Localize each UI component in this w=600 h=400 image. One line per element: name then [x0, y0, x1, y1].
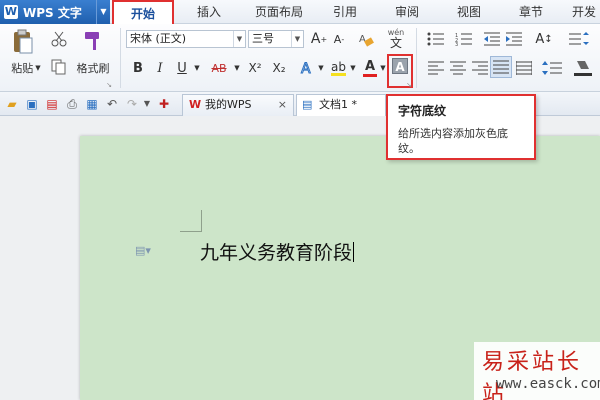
- bold-button[interactable]: B: [128, 58, 148, 78]
- doc-tab-my-wps[interactable]: W 我的WPS ×: [182, 94, 294, 116]
- subscript-button[interactable]: X₂: [268, 58, 290, 78]
- svg-text:3: 3: [455, 42, 458, 46]
- line-spacing-icon[interactable]: [540, 58, 564, 78]
- print-preview-icon[interactable]: ▦: [84, 96, 100, 112]
- print-icon[interactable]: ⎙: [64, 96, 80, 112]
- close-icon[interactable]: ×: [278, 95, 287, 115]
- app-name: WPS 文字: [23, 5, 82, 20]
- align-right-icon[interactable]: [470, 58, 490, 78]
- redo-icon[interactable]: ↷: [124, 96, 140, 112]
- site-watermark: 易采站长站 www.easck.com: [474, 342, 600, 400]
- tab-view[interactable]: 视图: [446, 0, 492, 24]
- format-painter-button[interactable]: 格式刷: [70, 60, 116, 76]
- text-effects-icon[interactable]: A: [296, 58, 318, 78]
- export-pdf-icon[interactable]: ▤: [44, 96, 60, 112]
- cut-icon[interactable]: [50, 30, 68, 48]
- tab-references[interactable]: 引用: [322, 0, 368, 24]
- phonetic-guide-icon[interactable]: wén 文: [384, 28, 408, 50]
- save-icon[interactable]: ▣: [24, 96, 40, 112]
- chevron-down-icon[interactable]: ▼: [291, 31, 303, 47]
- distributed-align-icon[interactable]: [514, 58, 534, 78]
- document-icon: ▤: [302, 98, 313, 111]
- wps-logo-icon: W: [189, 98, 202, 111]
- chevron-down-icon[interactable]: ▼: [142, 96, 152, 112]
- chevron-down-icon[interactable]: ▼: [96, 0, 110, 24]
- ribbon-divider: [416, 28, 417, 88]
- paragraph-shading-icon[interactable]: [570, 58, 596, 78]
- chevron-down-icon[interactable]: ▼: [233, 31, 245, 47]
- character-shading-icon: A: [392, 58, 408, 74]
- clear-format-icon[interactable]: A: [356, 30, 376, 48]
- font-dialog-launcher-icon[interactable]: ↘: [404, 80, 414, 90]
- font-name-select[interactable]: 宋体 (正文) ▼: [126, 30, 246, 48]
- ribbon-toolbar: 粘贴 ▼ 格式刷 宋体 (正文) ▼ 三号 ▼ A + A- A wén 文 123: [0, 24, 600, 92]
- tooltip-character-shading: 字符底纹 给所选内容添加灰色底纹。: [386, 94, 536, 160]
- paste-icon[interactable]: [6, 28, 40, 56]
- justify-icon[interactable]: [490, 56, 512, 78]
- numbered-list-icon[interactable]: 123: [452, 30, 476, 48]
- tooltip-title: 字符底纹: [398, 104, 447, 118]
- chevron-down-icon[interactable]: ▼: [232, 58, 242, 78]
- tab-insert[interactable]: 插入: [182, 0, 236, 24]
- watermark-url: www.easck.com: [496, 376, 600, 392]
- wps-logo-icon: W: [4, 5, 18, 19]
- italic-button[interactable]: I: [150, 58, 170, 78]
- sort-icon[interactable]: [566, 30, 594, 48]
- shrink-font-icon[interactable]: A-: [330, 30, 348, 48]
- svg-text:A: A: [301, 61, 311, 76]
- align-left-icon[interactable]: [426, 58, 446, 78]
- svg-text:ab: ab: [331, 60, 346, 74]
- pin-icon[interactable]: ✚: [156, 96, 172, 112]
- open-folder-icon[interactable]: ▰: [4, 96, 20, 112]
- highlight-color-icon[interactable]: ab: [328, 58, 350, 78]
- svg-text:A: A: [359, 34, 366, 45]
- tab-chapter[interactable]: 章节: [508, 0, 554, 24]
- document-text[interactable]: 九年义务教育阶段: [200, 238, 355, 265]
- superscript-button[interactable]: X²: [244, 58, 266, 78]
- chevron-down-icon[interactable]: ▼: [192, 58, 202, 78]
- bullet-list-icon[interactable]: [424, 30, 448, 48]
- strikethrough-button[interactable]: AB: [206, 58, 232, 78]
- menu-bar: W WPS 文字 ▼ 开始 插入 页面布局 引用 审阅 视图 章节 开发: [0, 0, 600, 24]
- ribbon-divider: [120, 28, 121, 88]
- font-size-select[interactable]: 三号 ▼: [248, 30, 304, 48]
- increase-indent-icon[interactable]: [504, 30, 524, 48]
- decrease-indent-icon[interactable]: [482, 30, 502, 48]
- text-cursor: [353, 242, 355, 262]
- tab-review[interactable]: 审阅: [384, 0, 430, 24]
- tab-developer[interactable]: 开发: [568, 0, 600, 24]
- text-direction-icon[interactable]: A ↕: [530, 30, 558, 48]
- chevron-down-icon[interactable]: ▼: [348, 58, 358, 78]
- doc-tab-document1[interactable]: ▤ 文档1 *: [296, 94, 386, 116]
- underline-button[interactable]: U: [172, 58, 192, 78]
- copy-icon[interactable]: [50, 58, 68, 76]
- format-painter-icon[interactable]: [80, 28, 108, 54]
- app-menu-button[interactable]: W WPS 文字 ▼: [0, 0, 110, 24]
- paragraph-handle-icon[interactable]: ▤▾: [135, 244, 151, 257]
- font-color-button[interactable]: A: [360, 58, 380, 78]
- undo-icon[interactable]: ↶: [104, 96, 120, 112]
- grow-font-icon[interactable]: A +: [310, 30, 328, 48]
- align-center-icon[interactable]: [448, 58, 468, 78]
- tab-page-layout[interactable]: 页面布局: [244, 0, 314, 24]
- clipboard-dialog-launcher-icon[interactable]: ↘: [104, 80, 114, 90]
- paste-button[interactable]: 粘贴 ▼: [4, 60, 48, 76]
- tooltip-description: 给所选内容添加灰色底纹。: [398, 127, 508, 155]
- chevron-down-icon[interactable]: ▼: [316, 58, 326, 78]
- margin-corner-mark: [180, 210, 202, 232]
- tab-home[interactable]: 开始: [112, 0, 174, 24]
